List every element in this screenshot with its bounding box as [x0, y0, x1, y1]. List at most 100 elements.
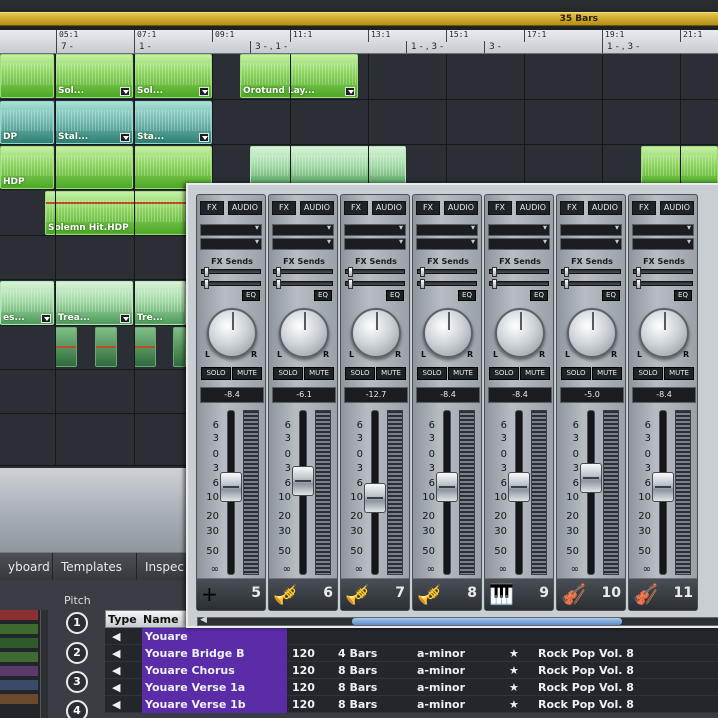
channel-footer[interactable]: +5 [197, 578, 265, 610]
audio-clip[interactable] [134, 327, 156, 367]
eq-button[interactable]: EQ [386, 290, 404, 301]
output-select[interactable] [560, 237, 622, 250]
fx-send-slider[interactable] [561, 267, 621, 277]
clip-menu-icon[interactable] [120, 314, 130, 323]
pan-knob[interactable] [495, 308, 545, 358]
solo-button[interactable]: SOLO [489, 367, 519, 380]
pitch-button-2[interactable]: 2 [66, 642, 88, 664]
audio-clip[interactable]: Solemn Hit.HDP [45, 191, 190, 235]
audio-button[interactable]: AUDIO [372, 201, 406, 215]
fx-send-slider[interactable] [561, 279, 621, 289]
audio-clip[interactable]: Orotund Lay... [240, 54, 358, 98]
audio-button[interactable]: AUDIO [228, 201, 262, 215]
audio-clip[interactable]: Stal... [55, 101, 133, 144]
category-swatch[interactable] [0, 694, 38, 704]
fx-send-slider[interactable] [273, 267, 333, 277]
audio-clip[interactable] [55, 327, 77, 367]
clip-menu-icon[interactable] [199, 133, 209, 142]
audio-clip[interactable]: es... [0, 281, 54, 325]
fx-button[interactable]: FX [272, 201, 296, 215]
table-row[interactable]: ◀ Youare Verse 1b 120 8 Bars a-minor ★ R… [105, 696, 718, 713]
audio-clip[interactable] [55, 146, 133, 189]
fx-send-handle[interactable] [564, 267, 569, 277]
audio-button[interactable]: AUDIO [300, 201, 334, 215]
table-row[interactable]: ◀ Youare Verse 1a 120 8 Bars a-minor ★ R… [105, 679, 718, 696]
song-length-pill[interactable]: 35 Bars [0, 12, 718, 26]
category-swatch[interactable] [0, 624, 38, 634]
output-select[interactable] [488, 237, 550, 250]
mute-button[interactable]: MUTE [592, 367, 622, 380]
fx-send-handle[interactable] [492, 279, 497, 289]
solo-button[interactable]: SOLO [417, 367, 447, 380]
audio-clip[interactable]: Sol... [55, 54, 133, 98]
ruler-marker[interactable]: 1 - , 3 - [602, 41, 639, 53]
volume-fader[interactable] [292, 466, 314, 496]
output-select[interactable] [344, 237, 406, 250]
fx-button[interactable]: FX [560, 201, 584, 215]
column-header-name[interactable]: Name [143, 611, 179, 628]
channel-footer[interactable]: 🎹 9 [485, 578, 553, 610]
pan-knob[interactable] [279, 308, 329, 358]
solo-button[interactable]: SOLO [561, 367, 591, 380]
eq-button[interactable]: EQ [674, 290, 692, 301]
mute-button[interactable]: MUTE [376, 367, 406, 380]
eq-button[interactable]: EQ [530, 290, 548, 301]
category-scrollbar[interactable] [40, 610, 48, 718]
fx-button[interactable]: FX [632, 201, 656, 215]
pan-knob[interactable] [639, 308, 689, 358]
fx-send-handle[interactable] [204, 279, 209, 289]
clip-menu-icon[interactable] [41, 314, 51, 323]
fx-send-handle[interactable] [204, 267, 209, 277]
audio-clip[interactable]: Sta... [134, 101, 212, 144]
favorite-star-icon[interactable]: ★ [509, 645, 519, 662]
fx-button[interactable]: FX [416, 201, 440, 215]
solo-button[interactable]: SOLO [201, 367, 231, 380]
fx-button[interactable]: FX [344, 201, 368, 215]
mute-button[interactable]: MUTE [232, 367, 262, 380]
speaker-icon[interactable]: ◀ [112, 628, 120, 645]
eq-button[interactable]: EQ [458, 290, 476, 301]
ruler-marker[interactable]: 3 - [484, 41, 501, 53]
favorite-star-icon[interactable]: ★ [509, 679, 519, 696]
channel-footer[interactable]: 🎺 7 [341, 578, 409, 610]
clip-menu-icon[interactable] [345, 87, 355, 96]
table-row[interactable]: ◀ Youare Bridge B 120 4 Bars a-minor ★ R… [105, 645, 718, 662]
mute-button[interactable]: MUTE [304, 367, 334, 380]
fx-send-handle[interactable] [276, 279, 281, 289]
fx-send-slider[interactable] [633, 267, 693, 277]
timeline-ruler[interactable]: 05:1 07:1 09:1 11:1 13:1 15:1 17:1 19:1 … [0, 30, 718, 54]
eq-button[interactable]: EQ [314, 290, 332, 301]
volume-fader[interactable] [508, 472, 530, 502]
volume-fader[interactable] [580, 463, 602, 493]
audio-clip[interactable]: HDP [0, 146, 54, 189]
input-select[interactable] [272, 223, 334, 236]
channel-footer[interactable]: 🎻 11 [629, 578, 697, 610]
fx-button[interactable]: FX [200, 201, 224, 215]
fx-send-slider[interactable] [201, 279, 261, 289]
audio-clip[interactable]: Sol... [134, 54, 212, 98]
audio-clip[interactable]: Tre... [134, 281, 186, 325]
category-swatch[interactable] [0, 652, 38, 662]
clip-menu-icon[interactable] [120, 133, 130, 142]
audio-clip[interactable] [95, 327, 117, 367]
channel-footer[interactable]: 🎺 8 [413, 578, 481, 610]
pan-knob[interactable] [351, 308, 401, 358]
eq-button[interactable]: EQ [602, 290, 620, 301]
ruler-marker[interactable]: 7 - [56, 41, 73, 53]
fx-send-handle[interactable] [492, 267, 497, 277]
category-swatch[interactable] [0, 610, 38, 620]
pan-knob[interactable] [207, 308, 257, 358]
fx-send-handle[interactable] [348, 267, 353, 277]
fx-send-handle[interactable] [636, 279, 641, 289]
favorite-star-icon[interactable]: ★ [509, 696, 519, 713]
volume-fader[interactable] [652, 472, 674, 502]
speaker-icon[interactable]: ◀ [112, 645, 120, 662]
fx-send-handle[interactable] [564, 279, 569, 289]
fx-send-handle[interactable] [348, 279, 353, 289]
audio-clip[interactable]: DP [0, 101, 54, 144]
audio-button[interactable]: AUDIO [444, 201, 478, 215]
input-select[interactable] [200, 223, 262, 236]
pitch-button-1[interactable]: 1 [66, 612, 88, 634]
pan-knob[interactable] [567, 308, 617, 358]
column-header-type[interactable]: Type [108, 611, 137, 628]
